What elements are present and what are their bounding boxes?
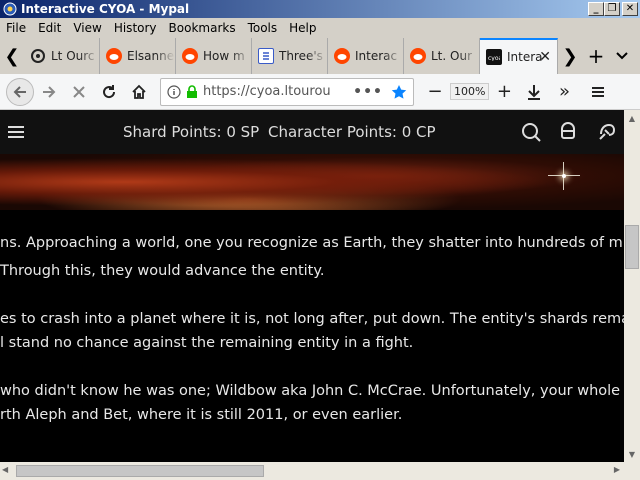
- home-button[interactable]: [124, 77, 154, 107]
- tab-scroll-left-button[interactable]: ❮: [0, 38, 24, 74]
- settings-icon[interactable]: [596, 121, 618, 143]
- home-icon: [132, 84, 146, 99]
- shard-points-label: Shard Points:: [123, 123, 222, 141]
- page-actions-button[interactable]: •••: [353, 84, 383, 100]
- close-window-button[interactable]: ✕: [622, 2, 638, 16]
- menu-file[interactable]: File: [0, 21, 32, 35]
- url-bar[interactable]: https://cyoa.ltourou •••: [160, 77, 414, 106]
- menu-edit[interactable]: Edit: [32, 21, 67, 35]
- reddit-icon: [334, 48, 350, 64]
- tab-scroll-right-button[interactable]: ❯: [558, 38, 582, 74]
- vertical-scroll-thumb[interactable]: [625, 225, 639, 269]
- tab-item[interactable]: Lt Ourc: [24, 38, 100, 74]
- maximize-button[interactable]: ❐: [604, 2, 620, 16]
- tab-item[interactable]: Elsanne: [100, 38, 176, 74]
- new-tab-button[interactable]: +: [582, 38, 610, 74]
- reddit-icon: [106, 48, 122, 64]
- vertical-scrollbar[interactable]: ▲ ▼: [624, 110, 640, 462]
- menu-bar: File Edit View History Bookmarks Tools H…: [0, 18, 640, 38]
- tab-close-icon[interactable]: ✕: [539, 49, 551, 65]
- document-icon: [258, 48, 274, 64]
- page-content: Shard Points: 0 SP Character Points: 0 C…: [0, 110, 624, 462]
- downloads-button[interactable]: [519, 77, 549, 107]
- forward-button[interactable]: [34, 77, 64, 107]
- download-icon: [528, 84, 541, 100]
- horizontal-scrollbar[interactable]: ◀ ▶: [0, 462, 624, 480]
- stop-icon: [73, 85, 85, 98]
- hamburger-menu-button[interactable]: [583, 77, 613, 107]
- menu-help[interactable]: Help: [283, 21, 322, 35]
- menu-tools[interactable]: Tools: [242, 21, 284, 35]
- story-line-3: es to crash into a planet where it is, n…: [0, 311, 624, 327]
- character-points-unit: CP: [416, 123, 436, 141]
- info-icon[interactable]: [167, 84, 181, 99]
- minimize-button[interactable]: _: [588, 2, 604, 16]
- window-title: Interactive CYOA - Mypal: [21, 2, 190, 16]
- story-line-2: Through this, they would advance the ent…: [0, 263, 325, 279]
- menu-bookmarks[interactable]: Bookmarks: [163, 21, 242, 35]
- zoom-in-button[interactable]: +: [489, 77, 519, 107]
- scroll-down-arrow-icon[interactable]: ▼: [624, 446, 640, 462]
- lock-icon: [187, 84, 197, 98]
- stop-button[interactable]: [64, 77, 94, 107]
- url-text: https://cyoa.ltourou: [203, 84, 331, 99]
- tab-label: Intera: [507, 50, 543, 64]
- navigation-toolbar: https://cyoa.ltourou ••• − 100% + »: [0, 74, 640, 110]
- browser-app-icon: [2, 1, 18, 17]
- scroll-right-arrow-icon[interactable]: ▶: [614, 465, 620, 474]
- nebula-banner-image: [0, 154, 624, 210]
- cyoa-icon: cyoa: [486, 49, 502, 65]
- window-titlebar: Interactive CYOA - Mypal _ ❐ ✕: [0, 0, 640, 18]
- tab-item[interactable]: Three's: [252, 38, 328, 74]
- menu-history[interactable]: History: [108, 21, 163, 35]
- reload-icon: [103, 84, 116, 98]
- zoom-out-button[interactable]: −: [420, 77, 450, 107]
- reload-button[interactable]: [94, 77, 124, 107]
- site-header: Shard Points: 0 SP Character Points: 0 C…: [0, 110, 624, 154]
- shard-points-value: 0: [226, 123, 236, 141]
- menu-view[interactable]: View: [67, 21, 107, 35]
- scroll-left-arrow-icon[interactable]: ◀: [2, 465, 8, 474]
- character-points-label: Character Points:: [268, 123, 397, 141]
- back-arrow-icon: [13, 85, 26, 98]
- forward-arrow-icon: [43, 85, 56, 98]
- shard-points-unit: SP: [240, 123, 260, 141]
- tab-item[interactable]: Interac: [328, 38, 404, 74]
- scroll-up-arrow-icon[interactable]: ▲: [624, 110, 640, 126]
- cyoa-icon: [30, 48, 46, 64]
- story-line-4: l stand no chance against the remaining …: [0, 335, 414, 351]
- back-button[interactable]: [6, 77, 34, 106]
- svg-text:cyoa: cyoa: [488, 55, 500, 61]
- tab-item[interactable]: Lt. Our: [404, 38, 480, 74]
- reddit-icon: [410, 48, 426, 64]
- points-display: Shard Points: 0 SP Character Points: 0 C…: [123, 123, 436, 141]
- character-points-value: 0: [401, 123, 412, 141]
- tab-item-active[interactable]: cyoa Intera ✕: [480, 38, 558, 74]
- story-line-1: ns. Approaching a world, one you recogni…: [0, 235, 624, 251]
- overflow-button[interactable]: »: [549, 77, 579, 107]
- menu-icon: [592, 86, 605, 97]
- reddit-icon: [182, 48, 198, 64]
- horizontal-scroll-thumb[interactable]: [16, 465, 264, 477]
- story-line-5: who didn't know he was one; Wildbow aka …: [0, 383, 624, 399]
- save-icon[interactable]: [557, 121, 579, 143]
- tab-list-button[interactable]: [610, 38, 634, 74]
- tab-bar: ❮ Lt Ourc Elsanne How m Three's Interac …: [0, 38, 640, 74]
- site-menu-icon[interactable]: [8, 126, 40, 138]
- zoom-level[interactable]: 100%: [450, 83, 490, 100]
- story-line-6: rth Aleph and Bet, where it is still 201…: [0, 407, 403, 423]
- scrollbar-corner: [624, 462, 640, 480]
- tab-item[interactable]: How m: [176, 38, 252, 74]
- search-icon[interactable]: [520, 121, 542, 143]
- bookmark-star-icon[interactable]: [391, 84, 407, 100]
